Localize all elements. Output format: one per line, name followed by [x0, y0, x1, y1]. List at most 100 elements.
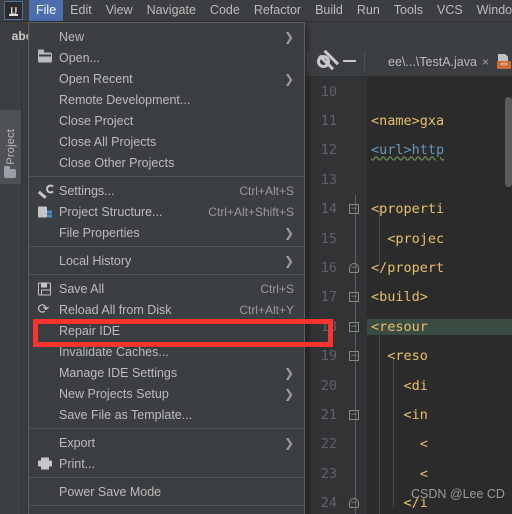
fold-gutter[interactable] — [345, 371, 367, 400]
editor-tab-testa-java[interactable]: ee\...\TestA.java × — [382, 46, 495, 77]
menubar-item-refactor[interactable]: Refactor — [247, 0, 308, 21]
menu-item-save-all[interactable]: Save All Ctrl+S — [29, 278, 304, 299]
menu-item-local-history[interactable]: Local History ❯ — [29, 250, 304, 271]
menu-separator — [29, 505, 304, 506]
menu-item-print[interactable]: Print... — [29, 453, 304, 474]
menubar-item-run[interactable]: Run — [350, 0, 387, 21]
line-number: 23 — [320, 465, 337, 482]
menu-item-repair-ide[interactable]: Repair IDE — [29, 320, 304, 341]
menubar-item-label: VCS — [436, 3, 463, 17]
hide-tool-window-button[interactable] — [336, 49, 362, 73]
editor-scrollbar[interactable] — [505, 97, 512, 187]
fold-gutter[interactable]: − — [345, 253, 367, 282]
fold-end-icon[interactable]: − — [349, 263, 359, 274]
settings-gear-button[interactable] — [310, 49, 336, 73]
code-line: 21 − <in — [305, 400, 512, 429]
menu-item-new-projects-setup[interactable]: New Projects Setup ❯ — [29, 383, 304, 404]
fold-gutter[interactable]: − — [345, 283, 367, 312]
menubar-item-tools[interactable]: Tools — [387, 0, 430, 21]
menubar-item-edit[interactable]: Edit — [63, 0, 99, 21]
code-text: <di — [371, 377, 428, 394]
sidebar-item-project[interactable]: Project — [0, 110, 21, 184]
fold-gutter[interactable]: − — [345, 312, 367, 341]
menu-item-remote-development[interactable]: Remote Development... — [29, 89, 304, 110]
editor-tab-label: ee\...\TestA.java — [388, 54, 477, 69]
chevron-right-icon: ❯ — [283, 365, 294, 380]
line-number: 10 — [320, 83, 337, 100]
code-line: 11 <name>gxa — [305, 106, 512, 135]
menubar-item-file[interactable]: File — [29, 0, 64, 21]
fold-collapse-icon[interactable]: − — [349, 292, 359, 303]
menu-item-power-save-mode[interactable]: Power Save Mode — [29, 481, 304, 502]
chevron-right-icon: ❯ — [283, 225, 294, 240]
menubar-item-code[interactable]: Code — [203, 0, 247, 21]
menubar-item-view[interactable]: View — [99, 0, 140, 21]
code-line: 23 < — [305, 459, 512, 488]
menu-item-exit[interactable]: Exit — [29, 509, 304, 514]
fold-gutter[interactable] — [345, 136, 367, 165]
menu-separator — [29, 274, 304, 275]
menu-item-project-structure[interactable]: Project Structure... Ctrl+Alt+Shift+S — [29, 201, 304, 222]
code-text: <projec — [371, 230, 445, 247]
toolbar-divider — [307, 51, 308, 71]
chevron-right-icon: ❯ — [283, 71, 294, 86]
menubar-item-build[interactable]: Build — [308, 0, 350, 21]
menubar-item-label: Build — [315, 3, 343, 17]
menu-item-manage-ide-settings[interactable]: Manage IDE Settings ❯ — [29, 362, 304, 383]
menu-item-open[interactable]: Open... — [29, 47, 304, 68]
menu-item-shortcut: Ctrl+Alt+Y — [239, 302, 294, 317]
fold-collapse-icon[interactable]: − — [349, 351, 359, 362]
menu-item-label: Reload All from Disk — [59, 302, 172, 317]
fold-collapse-icon[interactable]: − — [349, 204, 359, 215]
code-line: 22 < — [305, 430, 512, 459]
minimize-icon — [342, 60, 356, 62]
code-line: 16 − </propert — [305, 253, 512, 282]
fold-gutter[interactable] — [345, 165, 367, 194]
left-tool-window-bar: Project — [0, 22, 22, 514]
toolbar-divider — [364, 51, 365, 71]
xml-file-icon: <> — [496, 54, 512, 69]
menu-item-close-all-projects[interactable]: Close All Projects — [29, 131, 304, 152]
menu-item-close-project[interactable]: Close Project — [29, 110, 304, 131]
menu-item-settings[interactable]: Settings... Ctrl+Alt+S — [29, 180, 304, 201]
fold-gutter[interactable]: − — [345, 342, 367, 371]
code-text: <resour — [367, 318, 512, 335]
fold-gutter[interactable] — [345, 106, 367, 135]
fold-gutter[interactable]: − — [345, 400, 367, 429]
code-text: < — [371, 465, 428, 482]
close-icon[interactable]: × — [482, 55, 489, 69]
menubar-item-window[interactable]: Window — [470, 0, 512, 21]
chevron-right-icon: ❯ — [283, 435, 294, 450]
menu-item-close-other-projects[interactable]: Close Other Projects — [29, 152, 304, 173]
code-text: <name>gxa — [371, 113, 445, 130]
line-number: 16 — [320, 260, 337, 277]
fold-gutter[interactable] — [345, 224, 367, 253]
menubar-item-label: Refactor — [253, 3, 302, 17]
watermark-text: CSDN @Lee CD — [411, 487, 505, 501]
fold-collapse-icon[interactable]: − — [349, 409, 359, 420]
fold-gutter[interactable] — [345, 77, 367, 106]
fold-gutter[interactable] — [345, 459, 367, 488]
menu-item-save-file-as-template[interactable]: Save File as Template... — [29, 404, 304, 425]
menu-item-label: Remote Development... — [59, 92, 191, 107]
fold-collapse-icon[interactable]: − — [349, 321, 359, 332]
menu-item-new[interactable]: New ❯ — [29, 26, 304, 47]
editor-tab-pom-xml[interactable]: <> j — [495, 46, 512, 77]
fold-gutter[interactable]: − — [345, 195, 367, 224]
menu-item-invalidate-caches[interactable]: Invalidate Caches... — [29, 341, 304, 362]
menubar-item-vcs[interactable]: VCS — [430, 0, 470, 21]
code-line: 13 — [305, 165, 512, 194]
menu-item-reload-all-from-disk[interactable]: ⟳ Reload All from Disk Ctrl+Alt+Y — [29, 299, 304, 320]
menubar-item-navigate[interactable]: Navigate — [140, 0, 203, 21]
gear-icon — [316, 54, 330, 68]
menu-item-export[interactable]: Export ❯ — [29, 432, 304, 453]
menu-item-open-recent[interactable]: Open Recent ❯ — [29, 68, 304, 89]
code-editor[interactable]: 10 11 <name>gxa 12 <url>http 13 14 − <properti 15… — [305, 77, 512, 514]
fold-gutter[interactable]: − — [345, 488, 367, 514]
code-line: 18 − <resour — [305, 312, 512, 341]
menu-item-label: New Projects Setup — [59, 386, 169, 401]
menu-separator — [29, 477, 304, 478]
fold-end-icon[interactable]: − — [349, 498, 359, 509]
menu-item-file-properties[interactable]: File Properties ❯ — [29, 222, 304, 243]
fold-gutter[interactable] — [345, 430, 367, 459]
